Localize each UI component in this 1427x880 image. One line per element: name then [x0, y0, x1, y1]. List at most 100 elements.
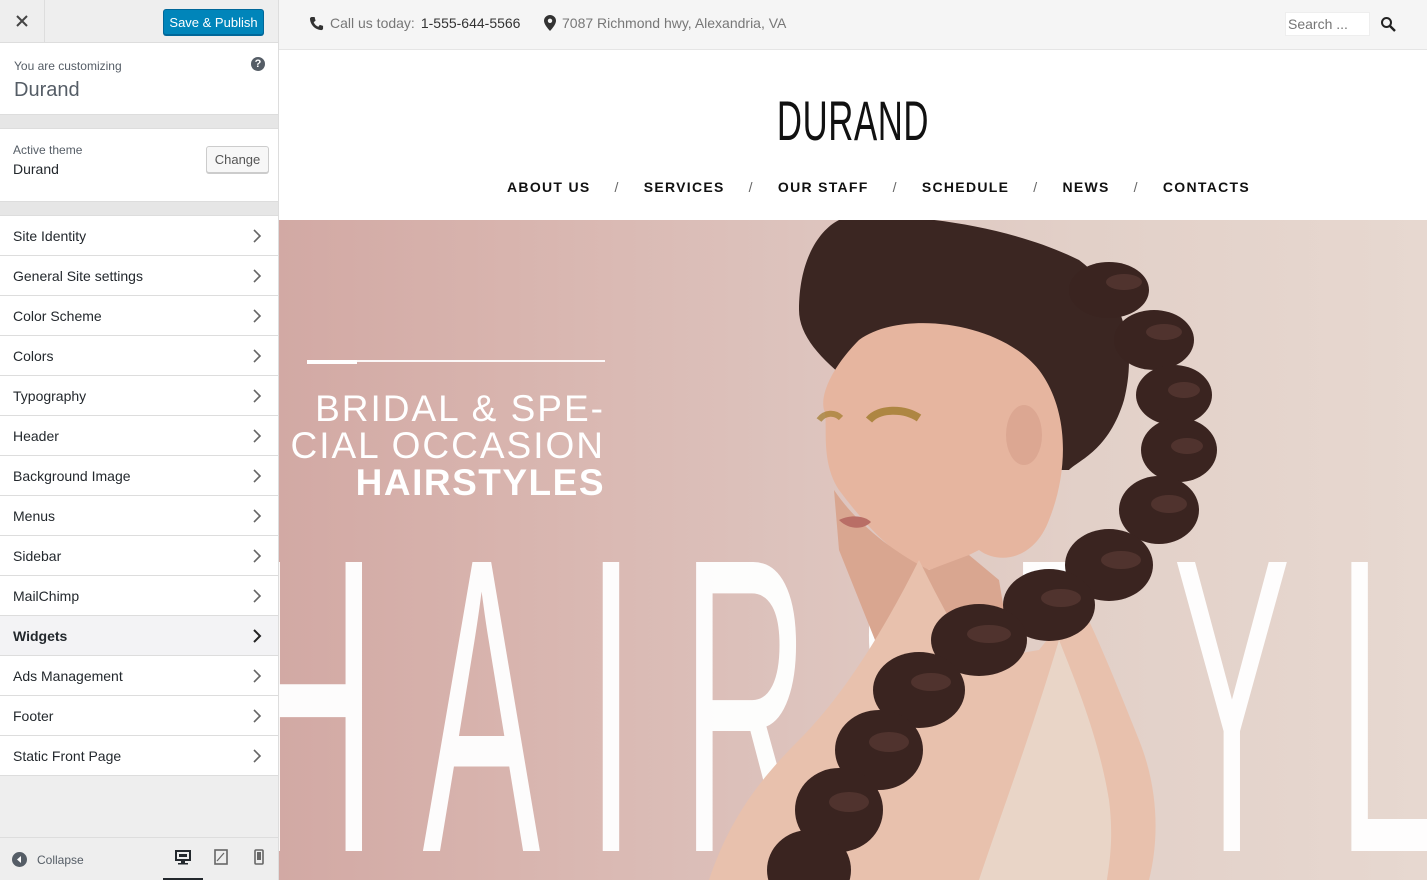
topbar-phone: Call us today: 1-555-644-5566 — [309, 15, 520, 31]
panel-label: Menus — [13, 507, 56, 524]
panel-label: Ads Management — [13, 667, 123, 684]
hero-title-line-2: CIAL OCCASION — [290, 425, 605, 466]
call-label: Call us today: — [330, 15, 415, 31]
nav-separator: / — [748, 179, 754, 195]
nav-news[interactable]: NEWS — [1062, 179, 1109, 195]
panel-header[interactable]: Header — [0, 416, 278, 456]
close-button[interactable] — [0, 0, 45, 42]
phone-number[interactable]: 1-555-644-5566 — [421, 15, 521, 31]
panel-general-site-settings[interactable]: General Site settings — [0, 256, 278, 296]
panel-label: MailChimp — [13, 587, 80, 604]
panel-color-scheme[interactable]: Color Scheme — [0, 296, 278, 336]
site-name: Durand — [14, 79, 80, 101]
customizer-panel-list: Site Identity General Site settings Colo… — [0, 215, 278, 776]
panel-label: Static Front Page — [13, 747, 122, 764]
chevron-right-icon — [253, 549, 262, 563]
panel-label: Sidebar — [13, 547, 62, 564]
active-theme-name: Durand — [13, 161, 59, 177]
nav-separator: / — [1133, 179, 1139, 195]
nav-about-us[interactable]: ABOUT US — [507, 179, 591, 195]
panel-background-image[interactable]: Background Image — [0, 456, 278, 496]
main-navigation: ABOUT US / SERVICES / OUR STAFF / SCHEDU… — [507, 179, 1250, 195]
chevron-right-icon — [253, 309, 262, 323]
search-icon[interactable] — [1380, 16, 1396, 32]
site-logo[interactable]: DURAND — [497, 88, 1209, 153]
search-input[interactable] — [1285, 12, 1370, 36]
chevron-right-icon — [253, 589, 262, 603]
customizer-app: Save & Publish You are customizing Duran… — [0, 0, 1427, 880]
tablet-icon — [214, 849, 228, 865]
chevron-right-icon — [253, 509, 262, 523]
site-header: DURAND ABOUT US / SERVICES / OUR STAFF /… — [279, 50, 1427, 220]
nav-separator: / — [1033, 179, 1039, 195]
chevron-right-icon — [253, 349, 262, 363]
panel-label: Colors — [13, 347, 54, 364]
nav-schedule[interactable]: SCHEDULE — [922, 179, 1009, 195]
panel-static-front-page[interactable]: Static Front Page — [0, 736, 278, 776]
sidebar-header: Save & Publish — [0, 0, 278, 43]
site-preview: Call us today: 1-555-644-5566 7087 Richm… — [279, 0, 1427, 880]
panel-label: General Site settings — [13, 267, 143, 284]
site-topbar: Call us today: 1-555-644-5566 7087 Richm… — [279, 0, 1427, 50]
mobile-icon — [254, 849, 264, 865]
hero-title: BRIDAL & SPE- CIAL OCCASION HAIRSTYLES — [290, 390, 605, 501]
active-theme-section: Active theme Durand Change — [0, 128, 278, 202]
save-publish-button[interactable]: Save & Publish — [163, 9, 264, 35]
active-theme-label: Active theme — [13, 143, 83, 157]
customizer-sidebar: Save & Publish You are customizing Duran… — [0, 0, 279, 880]
collapse-icon — [12, 852, 27, 867]
collapse-label: Collapse — [37, 852, 84, 867]
panel-label: Color Scheme — [13, 307, 102, 324]
panel-widgets[interactable]: Widgets — [0, 616, 278, 656]
panel-label: Widgets — [13, 627, 68, 644]
map-pin-icon — [544, 15, 556, 31]
nav-separator: / — [892, 179, 898, 195]
divider — [0, 202, 278, 215]
collapse-button[interactable]: Collapse — [12, 852, 84, 867]
chevron-right-icon — [253, 709, 262, 723]
customizing-label: You are customizing — [14, 59, 122, 73]
chevron-right-icon — [253, 229, 262, 243]
panel-colors[interactable]: Colors — [0, 336, 278, 376]
panel-menus[interactable]: Menus — [0, 496, 278, 536]
panel-label: Background Image — [13, 467, 131, 484]
chevron-right-icon — [253, 429, 262, 443]
chevron-right-icon — [253, 389, 262, 403]
panel-label: Footer — [13, 707, 54, 724]
nav-separator: / — [614, 179, 620, 195]
hero-model-photo — [709, 220, 1217, 880]
mobile-preview-button[interactable] — [239, 849, 279, 880]
help-icon[interactable]: ? — [251, 57, 265, 71]
nav-contacts[interactable]: CONTACTS — [1163, 179, 1250, 195]
nav-services[interactable]: SERVICES — [644, 179, 725, 195]
chevron-right-icon — [253, 749, 262, 763]
chevron-right-icon — [253, 269, 262, 283]
panel-site-identity[interactable]: Site Identity — [0, 216, 278, 256]
close-icon — [16, 15, 28, 27]
change-theme-button[interactable]: Change — [206, 146, 269, 173]
phone-icon — [309, 16, 324, 30]
tablet-preview-button[interactable] — [201, 849, 241, 880]
panel-typography[interactable]: Typography — [0, 376, 278, 416]
hero-title-line-1: BRIDAL & SPE- — [315, 388, 605, 429]
hero-title-line-3: HAIRSTYLES — [355, 462, 605, 503]
hero-banner: HAIRSTYLING — [279, 220, 1427, 880]
hero-divider-accent — [307, 360, 357, 364]
customizing-info: You are customizing Durand ? — [0, 43, 278, 115]
panel-ads-management[interactable]: Ads Management — [0, 656, 278, 696]
desktop-icon — [175, 850, 191, 865]
topbar-address: 7087 Richmond hwy, Alexandria, VA — [544, 15, 786, 31]
nav-our-staff[interactable]: OUR STAFF — [778, 179, 869, 195]
address-text: 7087 Richmond hwy, Alexandria, VA — [562, 15, 787, 31]
desktop-preview-button[interactable] — [163, 849, 203, 880]
chevron-right-icon — [253, 669, 262, 683]
sidebar-footer: Collapse — [0, 837, 278, 880]
chevron-right-icon — [253, 629, 262, 643]
panel-label: Typography — [13, 387, 87, 404]
panel-mailchimp[interactable]: MailChimp — [0, 576, 278, 616]
panel-sidebar[interactable]: Sidebar — [0, 536, 278, 576]
chevron-right-icon — [253, 469, 262, 483]
divider — [0, 115, 278, 128]
panel-footer[interactable]: Footer — [0, 696, 278, 736]
panel-label: Header — [13, 427, 59, 444]
